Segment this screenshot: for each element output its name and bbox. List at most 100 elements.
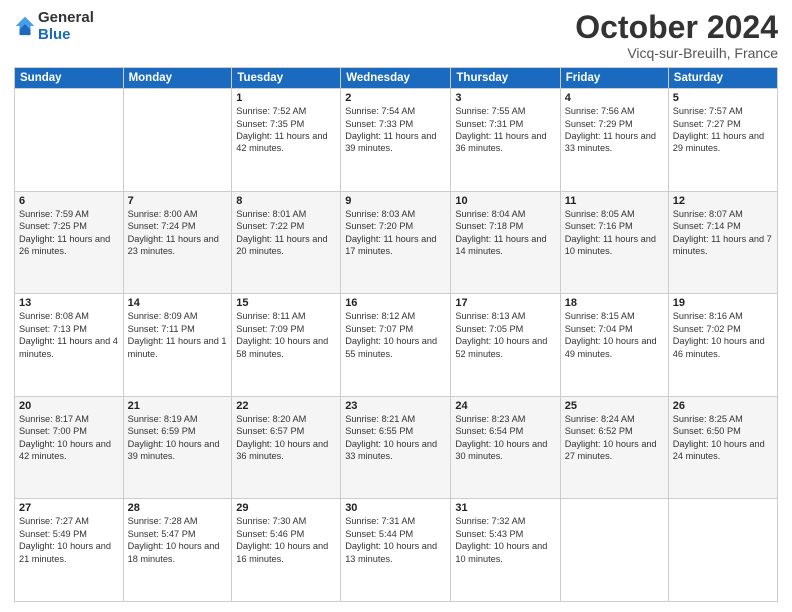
day-number: 14 xyxy=(128,297,228,309)
day-info: Sunrise: 8:05 AM Sunset: 7:16 PM Dayligh… xyxy=(565,208,664,258)
day-info: Sunrise: 8:16 AM Sunset: 7:02 PM Dayligh… xyxy=(673,310,773,360)
day-cell: 11Sunrise: 8:05 AM Sunset: 7:16 PM Dayli… xyxy=(560,191,668,294)
calendar-table: SundayMondayTuesdayWednesdayThursdayFrid… xyxy=(14,67,778,602)
day-number: 24 xyxy=(455,400,555,412)
day-info: Sunrise: 8:20 AM Sunset: 6:57 PM Dayligh… xyxy=(236,413,336,463)
day-info: Sunrise: 8:09 AM Sunset: 7:11 PM Dayligh… xyxy=(128,310,228,360)
title-section: October 2024 Vicq-sur-Breuilh, France xyxy=(575,10,778,61)
day-number: 22 xyxy=(236,400,336,412)
week-row-4: 20Sunrise: 8:17 AM Sunset: 7:00 PM Dayli… xyxy=(15,396,778,499)
day-info: Sunrise: 7:31 AM Sunset: 5:44 PM Dayligh… xyxy=(345,515,446,565)
day-info: Sunrise: 7:32 AM Sunset: 5:43 PM Dayligh… xyxy=(455,515,555,565)
day-number: 23 xyxy=(345,400,446,412)
day-cell: 16Sunrise: 8:12 AM Sunset: 7:07 PM Dayli… xyxy=(341,294,451,397)
day-cell: 13Sunrise: 8:08 AM Sunset: 7:13 PM Dayli… xyxy=(15,294,124,397)
col-header-monday: Monday xyxy=(123,68,232,89)
day-cell: 27Sunrise: 7:27 AM Sunset: 5:49 PM Dayli… xyxy=(15,499,124,602)
day-info: Sunrise: 8:15 AM Sunset: 7:04 PM Dayligh… xyxy=(565,310,664,360)
day-number: 26 xyxy=(673,400,773,412)
day-cell: 19Sunrise: 8:16 AM Sunset: 7:02 PM Dayli… xyxy=(668,294,777,397)
day-info: Sunrise: 7:27 AM Sunset: 5:49 PM Dayligh… xyxy=(19,515,119,565)
day-cell xyxy=(123,89,232,192)
day-info: Sunrise: 8:13 AM Sunset: 7:05 PM Dayligh… xyxy=(455,310,555,360)
logo-icon xyxy=(14,15,36,37)
day-cell: 8Sunrise: 8:01 AM Sunset: 7:22 PM Daylig… xyxy=(232,191,341,294)
day-info: Sunrise: 7:57 AM Sunset: 7:27 PM Dayligh… xyxy=(673,105,773,155)
day-number: 19 xyxy=(673,297,773,309)
header-row: SundayMondayTuesdayWednesdayThursdayFrid… xyxy=(15,68,778,89)
day-info: Sunrise: 7:55 AM Sunset: 7:31 PM Dayligh… xyxy=(455,105,555,155)
day-cell: 18Sunrise: 8:15 AM Sunset: 7:04 PM Dayli… xyxy=(560,294,668,397)
day-info: Sunrise: 8:24 AM Sunset: 6:52 PM Dayligh… xyxy=(565,413,664,463)
day-info: Sunrise: 8:00 AM Sunset: 7:24 PM Dayligh… xyxy=(128,208,228,258)
day-number: 31 xyxy=(455,502,555,514)
day-info: Sunrise: 7:56 AM Sunset: 7:29 PM Dayligh… xyxy=(565,105,664,155)
day-info: Sunrise: 8:21 AM Sunset: 6:55 PM Dayligh… xyxy=(345,413,446,463)
logo: General Blue xyxy=(14,10,94,43)
day-number: 15 xyxy=(236,297,336,309)
day-cell: 28Sunrise: 7:28 AM Sunset: 5:47 PM Dayli… xyxy=(123,499,232,602)
day-number: 20 xyxy=(19,400,119,412)
day-cell: 1Sunrise: 7:52 AM Sunset: 7:35 PM Daylig… xyxy=(232,89,341,192)
header: General Blue October 2024 Vicq-sur-Breui… xyxy=(14,10,778,61)
col-header-tuesday: Tuesday xyxy=(232,68,341,89)
day-cell: 24Sunrise: 8:23 AM Sunset: 6:54 PM Dayli… xyxy=(451,396,560,499)
day-info: Sunrise: 7:54 AM Sunset: 7:33 PM Dayligh… xyxy=(345,105,446,155)
col-header-friday: Friday xyxy=(560,68,668,89)
day-cell: 26Sunrise: 8:25 AM Sunset: 6:50 PM Dayli… xyxy=(668,396,777,499)
day-cell: 6Sunrise: 7:59 AM Sunset: 7:25 PM Daylig… xyxy=(15,191,124,294)
day-number: 6 xyxy=(19,195,119,207)
day-cell: 10Sunrise: 8:04 AM Sunset: 7:18 PM Dayli… xyxy=(451,191,560,294)
location-subtitle: Vicq-sur-Breuilh, France xyxy=(575,45,778,61)
day-number: 8 xyxy=(236,195,336,207)
day-info: Sunrise: 8:17 AM Sunset: 7:00 PM Dayligh… xyxy=(19,413,119,463)
day-number: 25 xyxy=(565,400,664,412)
day-info: Sunrise: 8:07 AM Sunset: 7:14 PM Dayligh… xyxy=(673,208,773,258)
day-info: Sunrise: 7:52 AM Sunset: 7:35 PM Dayligh… xyxy=(236,105,336,155)
col-header-wednesday: Wednesday xyxy=(341,68,451,89)
day-number: 13 xyxy=(19,297,119,309)
day-number: 16 xyxy=(345,297,446,309)
day-cell: 17Sunrise: 8:13 AM Sunset: 7:05 PM Dayli… xyxy=(451,294,560,397)
day-cell: 15Sunrise: 8:11 AM Sunset: 7:09 PM Dayli… xyxy=(232,294,341,397)
day-info: Sunrise: 7:28 AM Sunset: 5:47 PM Dayligh… xyxy=(128,515,228,565)
day-cell: 3Sunrise: 7:55 AM Sunset: 7:31 PM Daylig… xyxy=(451,89,560,192)
day-number: 1 xyxy=(236,92,336,104)
calendar-container: General Blue October 2024 Vicq-sur-Breui… xyxy=(0,0,792,612)
day-cell xyxy=(560,499,668,602)
day-number: 21 xyxy=(128,400,228,412)
col-header-sunday: Sunday xyxy=(15,68,124,89)
day-number: 12 xyxy=(673,195,773,207)
day-cell xyxy=(668,499,777,602)
day-cell: 14Sunrise: 8:09 AM Sunset: 7:11 PM Dayli… xyxy=(123,294,232,397)
day-number: 2 xyxy=(345,92,446,104)
day-info: Sunrise: 8:01 AM Sunset: 7:22 PM Dayligh… xyxy=(236,208,336,258)
week-row-3: 13Sunrise: 8:08 AM Sunset: 7:13 PM Dayli… xyxy=(15,294,778,397)
day-cell: 31Sunrise: 7:32 AM Sunset: 5:43 PM Dayli… xyxy=(451,499,560,602)
day-number: 5 xyxy=(673,92,773,104)
day-number: 7 xyxy=(128,195,228,207)
week-row-5: 27Sunrise: 7:27 AM Sunset: 5:49 PM Dayli… xyxy=(15,499,778,602)
day-number: 17 xyxy=(455,297,555,309)
day-number: 9 xyxy=(345,195,446,207)
day-number: 18 xyxy=(565,297,664,309)
week-row-2: 6Sunrise: 7:59 AM Sunset: 7:25 PM Daylig… xyxy=(15,191,778,294)
col-header-saturday: Saturday xyxy=(668,68,777,89)
day-info: Sunrise: 7:59 AM Sunset: 7:25 PM Dayligh… xyxy=(19,208,119,258)
day-number: 28 xyxy=(128,502,228,514)
logo-blue: Blue xyxy=(38,27,94,44)
day-cell: 22Sunrise: 8:20 AM Sunset: 6:57 PM Dayli… xyxy=(232,396,341,499)
day-info: Sunrise: 8:23 AM Sunset: 6:54 PM Dayligh… xyxy=(455,413,555,463)
day-info: Sunrise: 8:03 AM Sunset: 7:20 PM Dayligh… xyxy=(345,208,446,258)
day-cell: 4Sunrise: 7:56 AM Sunset: 7:29 PM Daylig… xyxy=(560,89,668,192)
logo-general: General xyxy=(38,10,94,27)
day-cell: 20Sunrise: 8:17 AM Sunset: 7:00 PM Dayli… xyxy=(15,396,124,499)
day-cell xyxy=(15,89,124,192)
day-info: Sunrise: 8:19 AM Sunset: 6:59 PM Dayligh… xyxy=(128,413,228,463)
day-cell: 23Sunrise: 8:21 AM Sunset: 6:55 PM Dayli… xyxy=(341,396,451,499)
month-title: October 2024 xyxy=(575,10,778,45)
day-number: 4 xyxy=(565,92,664,104)
day-info: Sunrise: 8:04 AM Sunset: 7:18 PM Dayligh… xyxy=(455,208,555,258)
day-number: 3 xyxy=(455,92,555,104)
day-number: 11 xyxy=(565,195,664,207)
